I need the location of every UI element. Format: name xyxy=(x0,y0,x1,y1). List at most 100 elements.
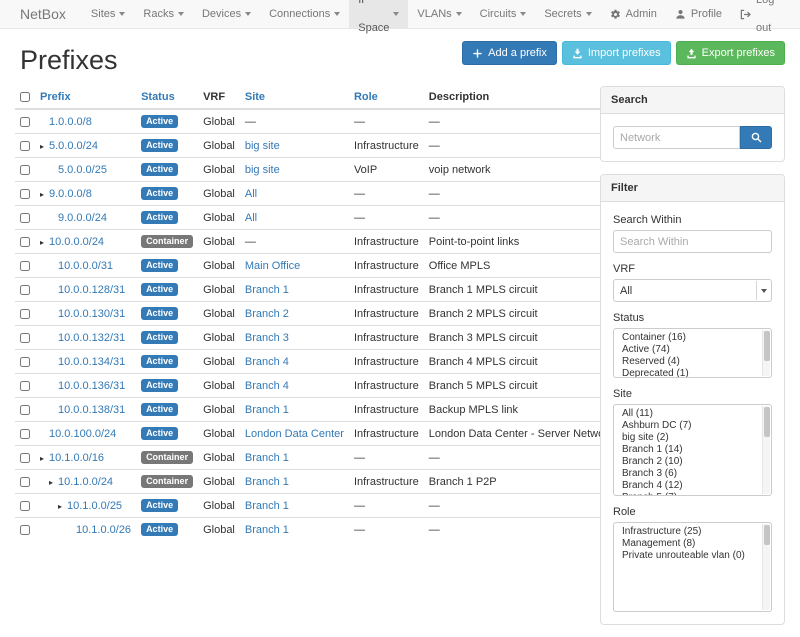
listbox-option[interactable]: Container (16) xyxy=(614,332,771,344)
export-prefixes-button[interactable]: Export prefixes xyxy=(676,41,785,65)
status-listbox[interactable]: Container (16) Active (74) Reserved (4) … xyxy=(613,328,772,378)
listbox-option[interactable]: Deprecated (1) xyxy=(614,368,771,378)
row-checkbox[interactable] xyxy=(20,525,30,535)
row-checkbox[interactable] xyxy=(20,381,30,391)
row-checkbox[interactable] xyxy=(20,285,30,295)
prefix-link[interactable]: 1.0.0.0/8 xyxy=(49,116,92,128)
listbox-option[interactable]: Management (8) xyxy=(614,538,771,550)
nav-item-profile[interactable]: Profile xyxy=(666,0,731,28)
prefix-link[interactable]: 9.0.0.0/8 xyxy=(49,188,92,200)
row-checkbox[interactable] xyxy=(20,453,30,463)
prefix-link[interactable]: 5.0.0.0/24 xyxy=(49,140,98,152)
vrf-cell: Global xyxy=(198,206,240,230)
row-checkbox[interactable] xyxy=(20,309,30,319)
row-checkbox[interactable] xyxy=(20,213,30,223)
prefix-link[interactable]: 10.0.0.0/31 xyxy=(58,260,113,272)
row-checkbox[interactable] xyxy=(20,477,30,487)
column-header-prefix[interactable]: Prefix xyxy=(35,86,136,109)
add-prefix-button[interactable]: Add a prefix xyxy=(462,41,557,65)
site-link[interactable]: Main Office xyxy=(245,260,300,272)
row-checkbox[interactable] xyxy=(20,237,30,247)
site-link[interactable]: Branch 1 xyxy=(245,284,289,296)
scrollbar[interactable] xyxy=(762,406,770,494)
row-checkbox[interactable] xyxy=(20,165,30,175)
prefix-link[interactable]: 10.1.0.0/16 xyxy=(49,452,104,464)
listbox-option[interactable]: Branch 2 (10) xyxy=(614,456,771,468)
row-checkbox[interactable] xyxy=(20,189,30,199)
prefix-link[interactable]: 10.0.0.132/31 xyxy=(58,332,125,344)
site-link[interactable]: London Data Center xyxy=(245,428,344,440)
listbox-option[interactable]: big site (2) xyxy=(614,432,771,444)
nav-item-devices[interactable]: Devices xyxy=(193,0,260,28)
import-prefixes-button[interactable]: Import prefixes xyxy=(562,41,671,65)
status-badge: Active xyxy=(141,139,178,152)
vrf-select[interactable]: All xyxy=(613,279,772,302)
listbox-option[interactable]: Branch 4 (12) xyxy=(614,480,771,492)
nav-item-racks[interactable]: Racks xyxy=(134,0,193,28)
site-link[interactable]: Branch 1 xyxy=(245,452,289,464)
listbox-option[interactable]: Branch 5 (7) xyxy=(614,492,771,496)
scrollbar[interactable] xyxy=(762,330,770,376)
listbox-option[interactable]: All (11) xyxy=(614,408,771,420)
role-listbox[interactable]: Infrastructure (25) Management (8) Priva… xyxy=(613,522,772,612)
prefix-link[interactable]: 10.1.0.0/25 xyxy=(67,500,122,512)
listbox-option[interactable]: Active (74) xyxy=(614,344,771,356)
prefix-link[interactable]: 10.1.0.0/26 xyxy=(76,524,131,536)
prefix-link[interactable]: 10.0.0.0/24 xyxy=(49,236,104,248)
nav-item-admin[interactable]: Admin xyxy=(601,0,666,28)
site-link[interactable]: All xyxy=(245,188,257,200)
search-input[interactable] xyxy=(613,126,740,149)
nav-item-secrets[interactable]: Secrets xyxy=(535,0,600,28)
site-link[interactable]: Branch 3 xyxy=(245,332,289,344)
nav-item-circuits[interactable]: Circuits xyxy=(471,0,536,28)
listbox-option[interactable]: Infrastructure (25) xyxy=(614,526,771,538)
prefix-link[interactable]: 10.1.0.0/24 xyxy=(58,476,113,488)
site-link[interactable]: Branch 4 xyxy=(245,380,289,392)
search-button[interactable] xyxy=(740,126,772,149)
brand-logo[interactable]: NetBox xyxy=(20,0,66,28)
prefix-link[interactable]: 10.0.0.130/31 xyxy=(58,308,125,320)
prefix-link[interactable]: 5.0.0.0/25 xyxy=(58,164,107,176)
column-header-site[interactable]: Site xyxy=(240,86,349,109)
prefix-link[interactable]: 10.0.100.0/24 xyxy=(49,428,116,440)
listbox-option[interactable]: Private unrouteable vlan (0) xyxy=(614,550,771,562)
listbox-option[interactable]: Ashburn DC (7) xyxy=(614,420,771,432)
prefix-link[interactable]: 10.0.0.134/31 xyxy=(58,356,125,368)
nav-item-sites[interactable]: Sites xyxy=(82,0,134,28)
nav-item-logout[interactable]: Log out xyxy=(731,0,786,28)
listbox-option[interactable]: Reserved (4) xyxy=(614,356,771,368)
row-checkbox[interactable] xyxy=(20,405,30,415)
site-link[interactable]: big site xyxy=(245,164,280,176)
prefix-link[interactable]: 10.0.0.128/31 xyxy=(58,284,125,296)
listbox-option[interactable]: Branch 3 (6) xyxy=(614,468,771,480)
site-link[interactable]: Branch 4 xyxy=(245,356,289,368)
scrollbar[interactable] xyxy=(762,524,770,610)
search-within-input[interactable] xyxy=(613,230,772,253)
nav-item-ip-space[interactable]: IP Space xyxy=(349,0,408,28)
row-checkbox[interactable] xyxy=(20,501,30,511)
prefix-link[interactable]: 10.0.0.138/31 xyxy=(58,404,125,416)
column-header-status[interactable]: Status xyxy=(136,86,198,109)
listbox-option[interactable]: Branch 1 (14) xyxy=(614,444,771,456)
site-link[interactable]: Branch 1 xyxy=(245,500,289,512)
prefix-link[interactable]: 9.0.0.0/24 xyxy=(58,212,107,224)
nav-item-connections[interactable]: Connections xyxy=(260,0,349,28)
site-link[interactable]: Branch 1 xyxy=(245,404,289,416)
row-checkbox[interactable] xyxy=(20,117,30,127)
site-link[interactable]: Branch 1 xyxy=(245,476,289,488)
site-link[interactable]: All xyxy=(245,212,257,224)
nav-item-vlans[interactable]: VLANs xyxy=(408,0,470,28)
site-listbox[interactable]: All (11) Ashburn DC (7) big site (2) Bra… xyxy=(613,404,772,496)
site-link[interactable]: Branch 1 xyxy=(245,524,289,536)
row-checkbox[interactable] xyxy=(20,357,30,367)
site-link[interactable]: Branch 2 xyxy=(245,308,289,320)
prefix-link[interactable]: 10.0.0.136/31 xyxy=(58,380,125,392)
site-link[interactable]: big site xyxy=(245,140,280,152)
vrf-cell: Global xyxy=(198,326,240,350)
row-checkbox[interactable] xyxy=(20,141,30,151)
row-checkbox[interactable] xyxy=(20,333,30,343)
row-checkbox[interactable] xyxy=(20,261,30,271)
select-all-checkbox[interactable] xyxy=(20,92,30,102)
row-checkbox[interactable] xyxy=(20,429,30,439)
column-header-role[interactable]: Role xyxy=(349,86,424,109)
